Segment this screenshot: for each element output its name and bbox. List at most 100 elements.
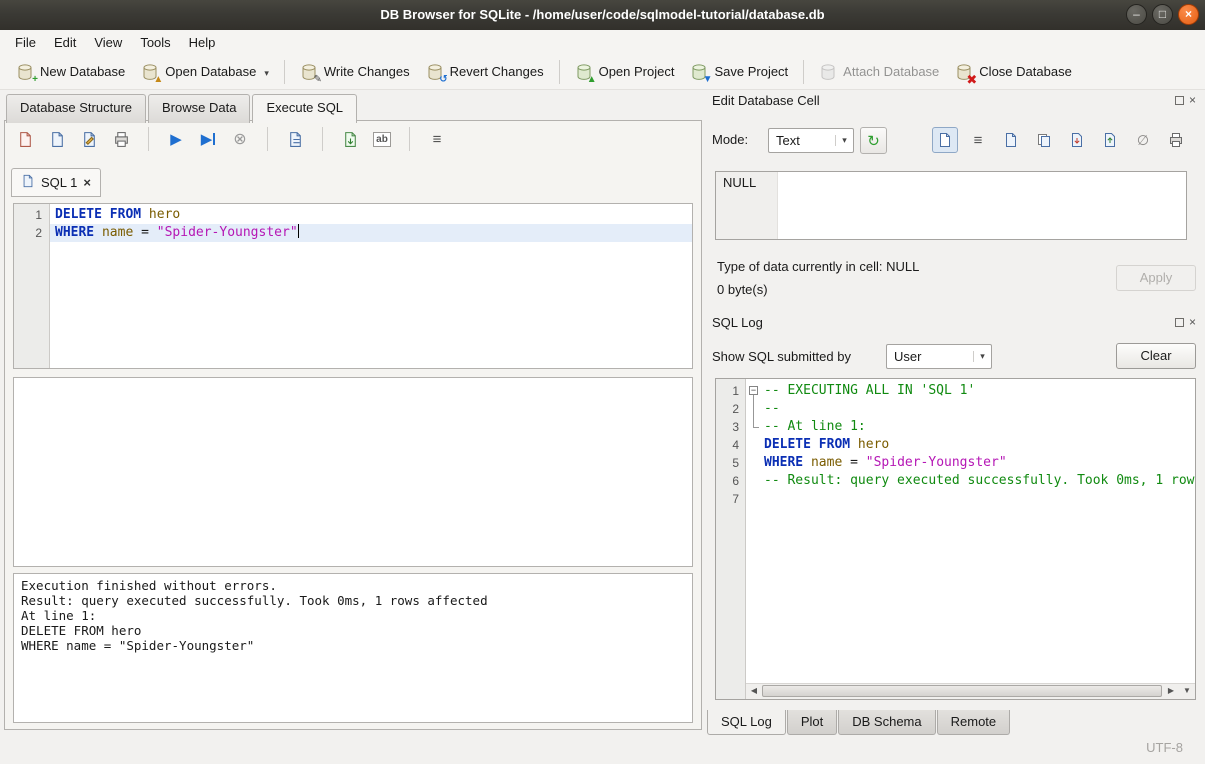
print-sql-icon[interactable] [109,127,133,151]
attach-database-button: Attach Database [811,58,947,86]
menu-edit[interactable]: Edit [45,32,85,53]
scroll-left-icon[interactable]: ◀ [746,684,762,699]
database-icon: ▲ [141,63,159,81]
close-database-button[interactable]: ✖ Close Database [947,58,1080,86]
menu-tools[interactable]: Tools [131,32,179,53]
line-number: 2 [716,400,739,418]
print-cell-icon[interactable] [1163,127,1189,153]
save-project-button[interactable]: ▼ Save Project [682,58,796,86]
log-line: WHERE name = "Spider-Youngster" [746,454,1195,472]
toolbar-separator [322,127,323,151]
save-sql-file-icon[interactable] [45,127,69,151]
fold-collapse-icon[interactable]: − [749,386,758,395]
database-icon: + [16,63,34,81]
line-number: 5 [716,454,739,472]
menu-help[interactable]: Help [180,32,225,53]
edit-cell-dock-controls: × [1175,95,1196,105]
write-changes-button[interactable]: ✎ Write Changes [292,58,418,86]
sql-log-dock-controls: × [1175,317,1196,327]
scrollbar-track[interactable] [762,684,1163,699]
editor-code-area[interactable]: DELETE FROM hero WHERE name = "Spider-Yo… [50,204,692,368]
float-dock-icon[interactable] [1175,318,1184,327]
database-icon: ↺ [426,63,444,81]
set-null-icon[interactable]: ∅ [1130,127,1156,153]
cell-size-text: 0 byte(s) [717,282,768,297]
line-number: 6 [716,472,739,490]
sql-editor[interactable]: 1 2 DELETE FROM hero WHERE name = "Spide… [13,203,693,369]
menubar: File Edit View Tools Help [0,30,1205,54]
log-line: -- Result: query executed successfully. … [746,472,1195,490]
copy-cell-icon[interactable] [1031,127,1057,153]
menu-file[interactable]: File [6,32,45,53]
float-dock-icon[interactable] [1175,96,1184,105]
close-sql-tab-icon[interactable]: × [83,175,91,190]
database-icon: ✎ [300,63,318,81]
scrollbar-thumb[interactable] [762,685,1162,697]
word-wrap-icon[interactable]: ≡ [965,127,991,153]
line-number: 3 [716,418,739,436]
tab-database-structure[interactable]: Database Structure [6,94,146,123]
import-file-icon[interactable] [1097,127,1123,153]
export-results-icon[interactable] [338,127,362,151]
tab-sql-log[interactable]: SQL Log [707,710,786,735]
close-window-button[interactable]: × [1178,4,1199,25]
message-line: At line 1: [21,608,685,623]
execute-current-line-icon[interactable]: ▶ [196,127,220,151]
tab-execute-sql[interactable]: Execute SQL [252,94,357,123]
sql-document-tab[interactable]: SQL 1 × [11,168,101,197]
close-dock-icon[interactable]: × [1189,95,1196,105]
tab-db-schema[interactable]: DB Schema [838,710,935,735]
scroll-right-icon[interactable]: ▶ [1163,684,1179,699]
line-number: 1 [14,206,42,224]
log-filter-select[interactable]: User ▾ [886,344,992,369]
message-line: Execution finished without errors. [21,578,685,593]
project-icon: ▲ [575,63,593,81]
cell-editor-toolbar: ≡ ∅ [932,127,1189,153]
scroll-down-icon[interactable]: ▼ [1179,684,1195,699]
cell-value-editor[interactable]: NULL [715,171,1187,240]
open-database-button[interactable]: ▲ Open Database ▾ [133,58,277,86]
open-sql-file-icon[interactable] [13,127,37,151]
fold-guide-line [753,395,754,427]
tab-browse-data[interactable]: Browse Data [148,94,250,123]
cell-value-strip: NULL [716,172,778,239]
export-cell-icon[interactable] [1064,127,1090,153]
revert-changes-button[interactable]: ↺ Revert Changes [418,58,552,86]
open-badge-icon: ▲ [587,75,597,85]
open-database-dropdown-icon[interactable]: ▾ [264,68,269,81]
execute-all-icon[interactable]: ▶ [164,127,188,151]
word-wrap-icon[interactable]: ≡ [425,127,449,151]
new-database-button[interactable]: + New Database [8,58,133,86]
revert-badge-icon: ↺ [439,75,447,85]
cell-edit-area[interactable] [778,172,1186,239]
close-dock-icon[interactable]: × [1189,317,1196,327]
sql-editor-toolbar: ▶ ▶ ⊗ ab ≡ [13,127,449,151]
log-line: -- At line 1: [746,418,1195,436]
log-line: -- EXECUTING ALL IN 'SQL 1' [746,382,1195,400]
toolbar-separator [284,60,285,84]
refresh-icon: ↻ [867,132,880,150]
log-line: -- [746,400,1195,418]
tab-remote[interactable]: Remote [937,710,1011,735]
log-line-numbers: 1 2 3 4 5 6 7 [716,379,746,699]
save-badge-icon: ▼ [703,75,713,85]
text-mode-icon[interactable] [932,127,958,153]
main-toolbar: + New Database ▲ Open Database ▾ ✎ Write… [0,54,1205,90]
clear-log-button[interactable]: Clear [1116,343,1196,369]
maximize-button[interactable]: □ [1152,4,1173,25]
log-line [746,490,1195,508]
import-text-icon[interactable] [998,127,1024,153]
find-replace-icon[interactable]: ab [370,127,394,151]
save-sql-as-icon[interactable] [77,127,101,151]
auto-apply-button[interactable]: ↻ [860,127,887,154]
mode-select[interactable]: Text ▾ [768,128,854,153]
open-project-button[interactable]: ▲ Open Project [567,58,683,86]
open-results-icon[interactable] [283,127,307,151]
log-horizontal-scrollbar[interactable]: ◀ ▶ ▼ [746,683,1195,699]
toolbar-separator [803,60,804,84]
message-line: WHERE name = "Spider-Youngster" [21,638,685,653]
project-icon: ▼ [690,63,708,81]
tab-plot[interactable]: Plot [787,710,837,735]
minimize-button[interactable]: – [1126,4,1147,25]
menu-view[interactable]: View [85,32,131,53]
